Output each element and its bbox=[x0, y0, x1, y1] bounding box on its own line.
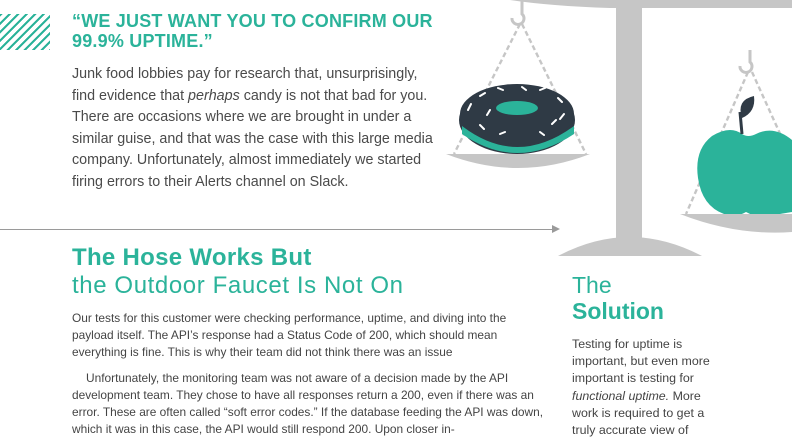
intro-paragraph: Junk food lobbies pay for research that,… bbox=[72, 66, 433, 190]
body-paragraph-1: Our tests for this customer were checkin… bbox=[72, 311, 507, 359]
quote-heading: “WE JUST WANT YOU TO CONFIRM OUR 99.9% U… bbox=[72, 11, 433, 51]
intro-emphasis: perhaps bbox=[188, 87, 240, 104]
divider-arrow-head bbox=[552, 225, 560, 233]
donut-icon bbox=[459, 84, 575, 154]
balance-scale-icon bbox=[446, 0, 792, 256]
sidebar-paragraph: Testing for uptime is important, but eve… bbox=[572, 337, 710, 438]
sidebar-emphasis: functional uptime. bbox=[572, 388, 670, 403]
decorative-stripes bbox=[0, 14, 50, 50]
apple-icon bbox=[697, 96, 792, 217]
section-heading: The Hose Works But the Outdoor Faucet Is… bbox=[72, 244, 404, 299]
body-paragraph-2: Unfortunately, the monitoring team was n… bbox=[72, 371, 544, 436]
sidebar-heading: The Solution bbox=[572, 272, 664, 324]
divider-arrow-line bbox=[0, 229, 556, 230]
